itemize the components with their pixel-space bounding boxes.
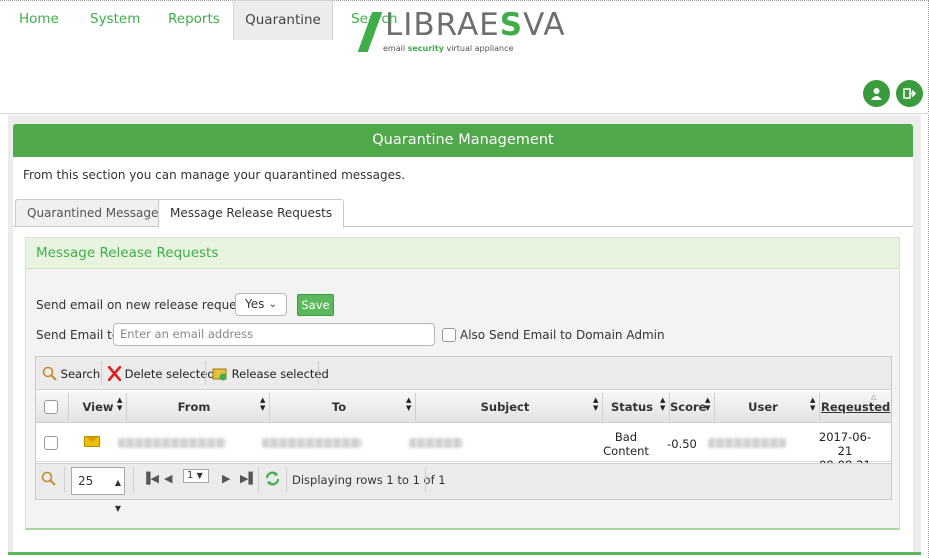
col-subject[interactable]: Subject bbox=[417, 391, 593, 423]
to-redacted bbox=[262, 438, 362, 448]
pager-divider bbox=[133, 467, 134, 492]
sort-asc-icon: △ bbox=[871, 393, 877, 401]
release-selected-button[interactable]: Release selected bbox=[212, 365, 329, 383]
user-profile-icon[interactable] bbox=[863, 80, 890, 107]
toolbar-divider bbox=[318, 361, 319, 385]
pager-search-icon[interactable] bbox=[41, 471, 56, 489]
release-icon bbox=[212, 368, 227, 381]
sort-icon[interactable]: ▲ ▼ bbox=[406, 396, 411, 412]
send-to-label: Send Email to: bbox=[36, 328, 124, 342]
refresh-icon[interactable] bbox=[264, 470, 281, 490]
logo-tagline: email security virtual appliance bbox=[383, 44, 514, 53]
sort-icon[interactable]: ▲ ▼ bbox=[810, 396, 815, 412]
row-checkbox[interactable] bbox=[44, 436, 58, 450]
nav-reports[interactable]: Reports bbox=[168, 0, 220, 39]
col-score[interactable]: Score bbox=[670, 391, 706, 423]
sort-icon[interactable]: ▲ ▼ bbox=[117, 396, 122, 412]
column-divider bbox=[126, 393, 127, 421]
tab-message-release-requests[interactable]: Message Release Requests bbox=[158, 199, 345, 228]
col-status[interactable]: Status bbox=[604, 391, 660, 423]
page-title: Quarantine Management bbox=[13, 124, 913, 157]
envelope-icon[interactable] bbox=[84, 436, 100, 447]
sort-icon[interactable]: ▲ ▼ bbox=[260, 396, 265, 412]
intro-text: From this section you can manage your qu… bbox=[23, 168, 406, 182]
pager-divider bbox=[425, 467, 426, 492]
user-redacted bbox=[708, 438, 786, 448]
page-number-input[interactable]: 1 ▼ bbox=[183, 469, 209, 483]
from-redacted bbox=[118, 438, 226, 448]
sort-icon[interactable]: ▲ ▼ bbox=[705, 396, 710, 412]
also-send-label: Also Send Email to Domain Admin bbox=[460, 328, 665, 342]
delete-selected-label: Delete selected bbox=[124, 367, 215, 381]
search-button[interactable]: Search bbox=[42, 365, 100, 383]
nav-quarantine[interactable]: Quarantine bbox=[233, 0, 333, 40]
pager-divider bbox=[258, 467, 259, 492]
main-nav bbox=[0, 75, 929, 114]
pager-status-text: Displaying rows 1 to 1 of 1 bbox=[292, 473, 446, 487]
column-divider bbox=[68, 393, 69, 421]
subject-redacted bbox=[409, 438, 463, 448]
release-selected-label: Release selected bbox=[231, 367, 329, 381]
prev-page-icon[interactable]: ◀ bbox=[164, 472, 172, 485]
nav-system[interactable]: System bbox=[90, 0, 140, 39]
search-icon bbox=[42, 366, 57, 381]
column-divider bbox=[415, 393, 416, 421]
chevron-down-icon: ⌄ bbox=[268, 299, 277, 310]
search-button-label: Search bbox=[60, 367, 101, 381]
select-all-checkbox[interactable] bbox=[44, 400, 58, 414]
next-page-icon[interactable]: ▶ bbox=[222, 472, 230, 485]
also-send-checkbox[interactable] bbox=[442, 328, 456, 342]
col-to[interactable]: To bbox=[271, 391, 407, 423]
last-page-icon[interactable]: ▶▌ bbox=[240, 472, 257, 485]
toolbar-divider bbox=[101, 361, 102, 385]
nav-search[interactable]: Search bbox=[351, 0, 397, 39]
email-field[interactable]: Enter an email address bbox=[113, 323, 435, 346]
col-user[interactable]: User bbox=[716, 391, 810, 423]
panel-title: Message Release Requests bbox=[26, 238, 899, 269]
nav-home[interactable]: Home bbox=[19, 0, 59, 39]
sort-icon[interactable]: ▲ ▼ bbox=[660, 396, 665, 412]
delete-icon bbox=[107, 365, 122, 382]
logo-wordmark: LIBRAESVA bbox=[385, 7, 566, 43]
row-score: -0.50 bbox=[667, 437, 697, 451]
pager-divider bbox=[286, 467, 287, 492]
save-button[interactable]: Save bbox=[297, 294, 334, 316]
col-from[interactable]: From bbox=[128, 391, 260, 423]
first-page-icon[interactable]: ▐◀ bbox=[142, 472, 159, 485]
column-divider bbox=[269, 393, 270, 421]
toolbar-divider bbox=[205, 361, 206, 385]
send-on-new-select[interactable]: Yes ⌄ bbox=[235, 293, 287, 316]
column-divider bbox=[602, 393, 603, 421]
column-divider bbox=[819, 393, 820, 421]
page-size-select[interactable]: 25 ▲ ▼ bbox=[71, 467, 125, 513]
column-divider bbox=[714, 393, 715, 421]
row-status: Bad Content bbox=[603, 430, 649, 458]
logout-icon[interactable] bbox=[896, 80, 923, 107]
delete-selected-button[interactable]: Delete selected bbox=[107, 365, 215, 383]
send-on-new-label: Send email on new release requests?: bbox=[36, 298, 265, 312]
pager-divider bbox=[64, 467, 65, 492]
sort-icon[interactable]: ▲ ▼ bbox=[593, 396, 598, 412]
dropdown-arrow-icon: ▲ ▼ bbox=[114, 478, 121, 513]
tab-quarantined-messages[interactable]: Quarantined Messages bbox=[15, 199, 177, 227]
